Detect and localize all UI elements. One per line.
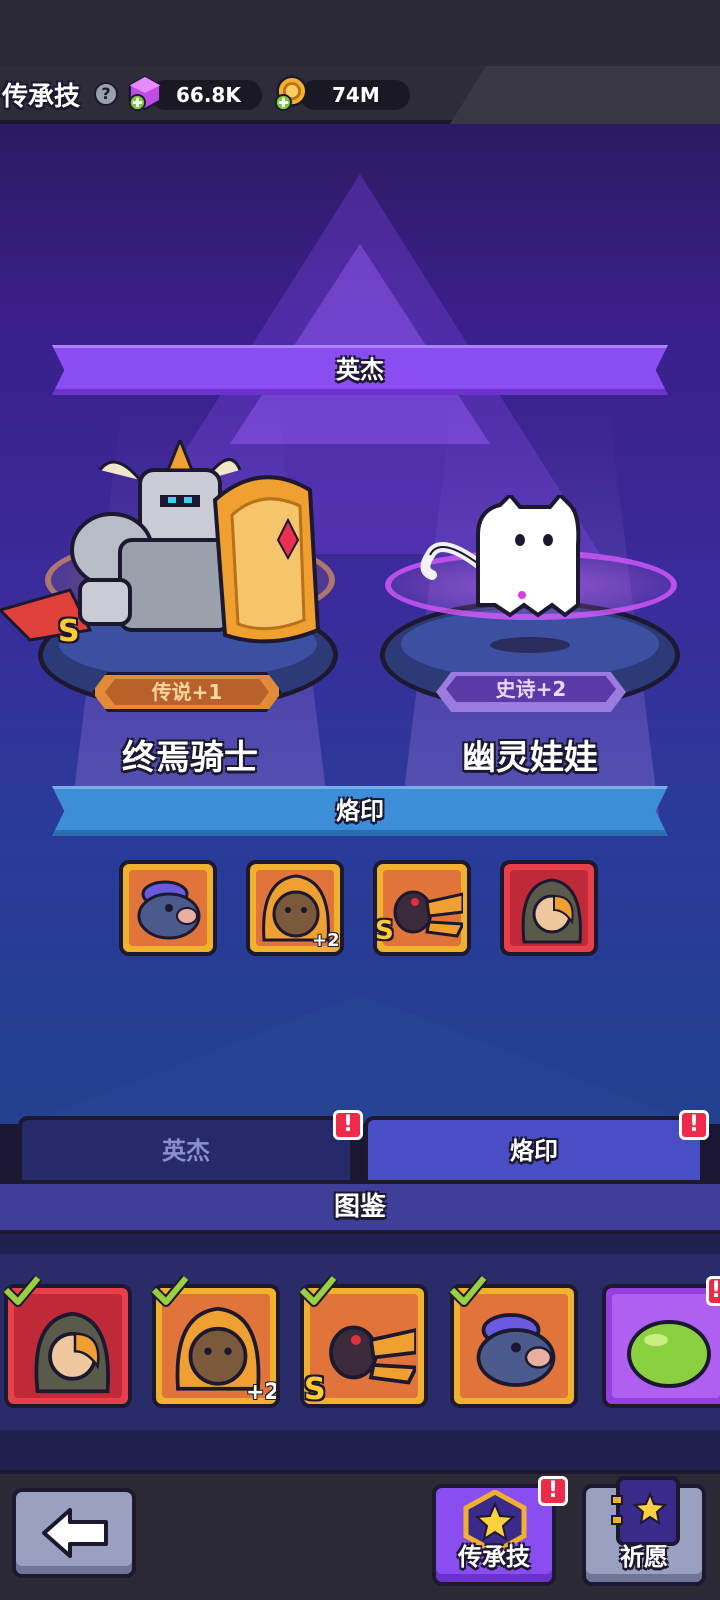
slime-icon [627, 1320, 711, 1388]
heroes-section-banner: 英杰 [52, 345, 668, 395]
collected-check-icon [150, 1274, 190, 1307]
codex-plus-tag: +2 [246, 1380, 280, 1405]
tab-heroes-alert-badge: ! [333, 1110, 363, 1140]
gem-add-icon[interactable] [126, 74, 164, 112]
imprint-plus-tag: +2 [312, 930, 340, 951]
back-button[interactable] [12, 1488, 136, 1578]
imprint-slot-crow[interactable]: S [373, 860, 471, 956]
gem-counter: 66.8K [150, 80, 262, 110]
page-title: 传承技 [2, 82, 81, 112]
heroes-banner-label: 英杰 [336, 356, 384, 384]
coin-counter: 74M [300, 80, 410, 110]
hooded-rogue-icon [34, 1311, 110, 1394]
legacy-alert-badge: ! [538, 1476, 568, 1506]
fish-warrior-icon [137, 880, 201, 940]
imprint-slot-hooded-rogue[interactable] [500, 860, 598, 956]
tab-imprint[interactable]: 烙印 [364, 1116, 704, 1182]
collected-check-icon [2, 1274, 42, 1307]
crow-grade-badge: S [375, 916, 394, 946]
tab-imprint-alert-badge: ! [679, 1110, 709, 1140]
imprint-slot-hooded-bear[interactable]: +2 [246, 860, 344, 956]
wish-button[interactable]: 祈愿 [582, 1476, 706, 1586]
codex-title: 图鉴 [0, 1180, 720, 1234]
crow-icon [393, 890, 463, 938]
collected-check-icon [298, 1274, 338, 1307]
tab-heroes-label: 英杰 [162, 1137, 210, 1165]
codex-card-slime[interactable] [602, 1284, 720, 1408]
knight-hero-portrait[interactable] [0, 440, 330, 660]
epic-rank-badge: 史诗+2 [436, 672, 626, 712]
legendary-rank-badge: 传说+1 [92, 672, 282, 712]
imprint-banner-label: 烙印 [336, 797, 384, 825]
arrow-left-icon [42, 1508, 108, 1558]
imprint-slot-fish-warrior[interactable] [119, 860, 217, 956]
coin-add-icon[interactable] [272, 74, 310, 112]
hero-name-left: 终焉骑士 [122, 738, 258, 778]
crow-icon [329, 1325, 416, 1385]
slime-alert-badge: ! [706, 1276, 720, 1306]
hero-name-right: 幽灵娃娃 [462, 738, 598, 778]
status-bar [0, 0, 720, 66]
imprint-section-banner: 烙印 [52, 786, 668, 836]
crow-grade-badge: S [304, 1372, 326, 1407]
help-icon[interactable]: ? [94, 82, 118, 106]
tab-imprint-label: 烙印 [510, 1137, 558, 1165]
wish-label: 祈愿 [620, 1543, 668, 1571]
legacy-skill-label: 传承技 [458, 1543, 530, 1571]
ghost-doll-hero-portrait[interactable] [420, 495, 590, 655]
tab-heroes[interactable]: 英杰 [18, 1116, 354, 1182]
fish-warrior-icon [476, 1313, 556, 1387]
knight-grade-badge: S [58, 614, 80, 649]
collected-check-icon [448, 1274, 488, 1307]
hooded-rogue-icon [521, 878, 582, 944]
